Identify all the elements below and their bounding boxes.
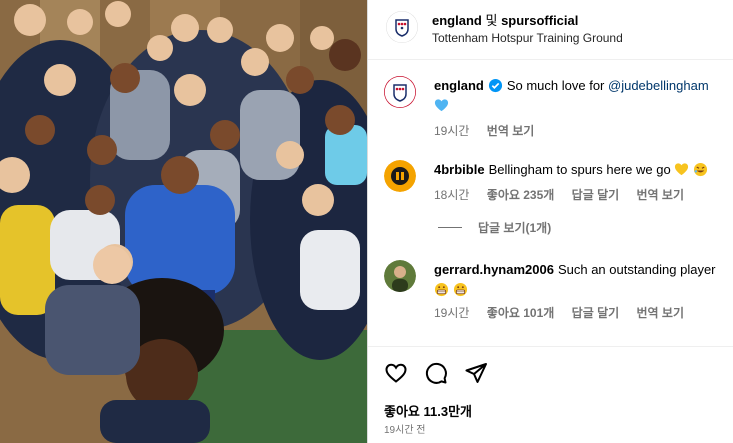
author-spurs-link[interactable]: spursofficial: [501, 13, 578, 28]
post-authors: england 및 spursofficial: [432, 10, 578, 29]
comments-list: england So much love for @judebellingham …: [368, 60, 733, 345]
4brbible-avatar-icon: [384, 160, 416, 192]
reply-link[interactable]: 답글 달기: [572, 306, 620, 320]
comment-meta: 19시간 좋아요 101개 답글 달기 번역 보기: [434, 304, 698, 321]
view-replies-label: 답글 보기(1개): [478, 221, 552, 235]
commenter-avatar[interactable]: [384, 260, 416, 292]
caption-meta: 19시간 번역 보기: [434, 122, 548, 139]
view-replies-button[interactable]: 답글 보기(1개): [438, 219, 551, 236]
caption-user-link[interactable]: england: [434, 78, 484, 93]
author-england-link[interactable]: england: [432, 13, 482, 28]
share-icon[interactable]: [464, 361, 488, 385]
comment-icon[interactable]: [424, 361, 448, 385]
grimacing-face-icon: [434, 282, 449, 297]
reply-link[interactable]: 답글 달기: [572, 188, 620, 202]
location-link[interactable]: Tottenham Hotspur Training Ground: [432, 31, 623, 45]
likes-count[interactable]: 좋아요 11.3만개: [384, 401, 472, 420]
rolling-laughing-icon: [693, 162, 707, 177]
heart-icon[interactable]: [384, 361, 408, 385]
grimacing-face-icon: [453, 282, 467, 297]
post-timestamp: 19시간 전: [384, 425, 426, 436]
author-connector: 및: [485, 13, 498, 28]
comment-time: 18시간: [434, 188, 470, 202]
commenter-avatar[interactable]: [384, 160, 416, 192]
comment-text: 4brbible Bellingham to spurs here we go: [434, 160, 726, 180]
mention-link[interactable]: @judebellingham: [608, 78, 709, 93]
comment-likes[interactable]: 좋아요 101개: [487, 306, 555, 320]
action-bar: [368, 346, 733, 398]
post-photo[interactable]: [0, 0, 367, 443]
blue-heart-icon: [434, 99, 449, 112]
england-crest-icon: [386, 11, 418, 43]
yellow-heart-icon: [675, 163, 689, 176]
comment-likes[interactable]: 좋아요 235개: [487, 188, 555, 202]
caption-text: england So much love for @judebellingham: [434, 76, 726, 116]
england-crest-icon: [384, 76, 416, 108]
comment-text: gerrard.hynam2006 Such an outstanding pla…: [434, 260, 726, 300]
comment-time: 19시간: [434, 306, 470, 320]
group-photo-image: [0, 0, 367, 443]
translate-link[interactable]: 번역 보기: [637, 188, 685, 202]
comment-body: Bellingham to spurs here we go: [488, 162, 671, 177]
post-header: england 및 spursofficial Tottenham Hotspu…: [368, 0, 733, 60]
replies-divider: [438, 227, 462, 228]
caption-time: 19시간: [434, 124, 470, 138]
comment-user-link[interactable]: gerrard.hynam2006: [434, 262, 554, 277]
caption-body: So much love for: [506, 78, 605, 93]
caption-translate-link[interactable]: 번역 보기: [487, 124, 535, 138]
translate-link[interactable]: 번역 보기: [637, 306, 685, 320]
comment-meta: 18시간 좋아요 235개 답글 달기 번역 보기: [434, 186, 698, 203]
england-avatar[interactable]: [384, 76, 416, 108]
england-avatar[interactable]: [386, 11, 418, 43]
post-side-panel: england 및 spursofficial Tottenham Hotspu…: [367, 0, 733, 443]
gerrard-avatar-icon: [384, 260, 416, 292]
verified-badge-icon: [488, 78, 502, 93]
comment-user-link[interactable]: 4brbible: [434, 162, 485, 177]
comment-body: Such an outstanding player: [557, 262, 716, 277]
